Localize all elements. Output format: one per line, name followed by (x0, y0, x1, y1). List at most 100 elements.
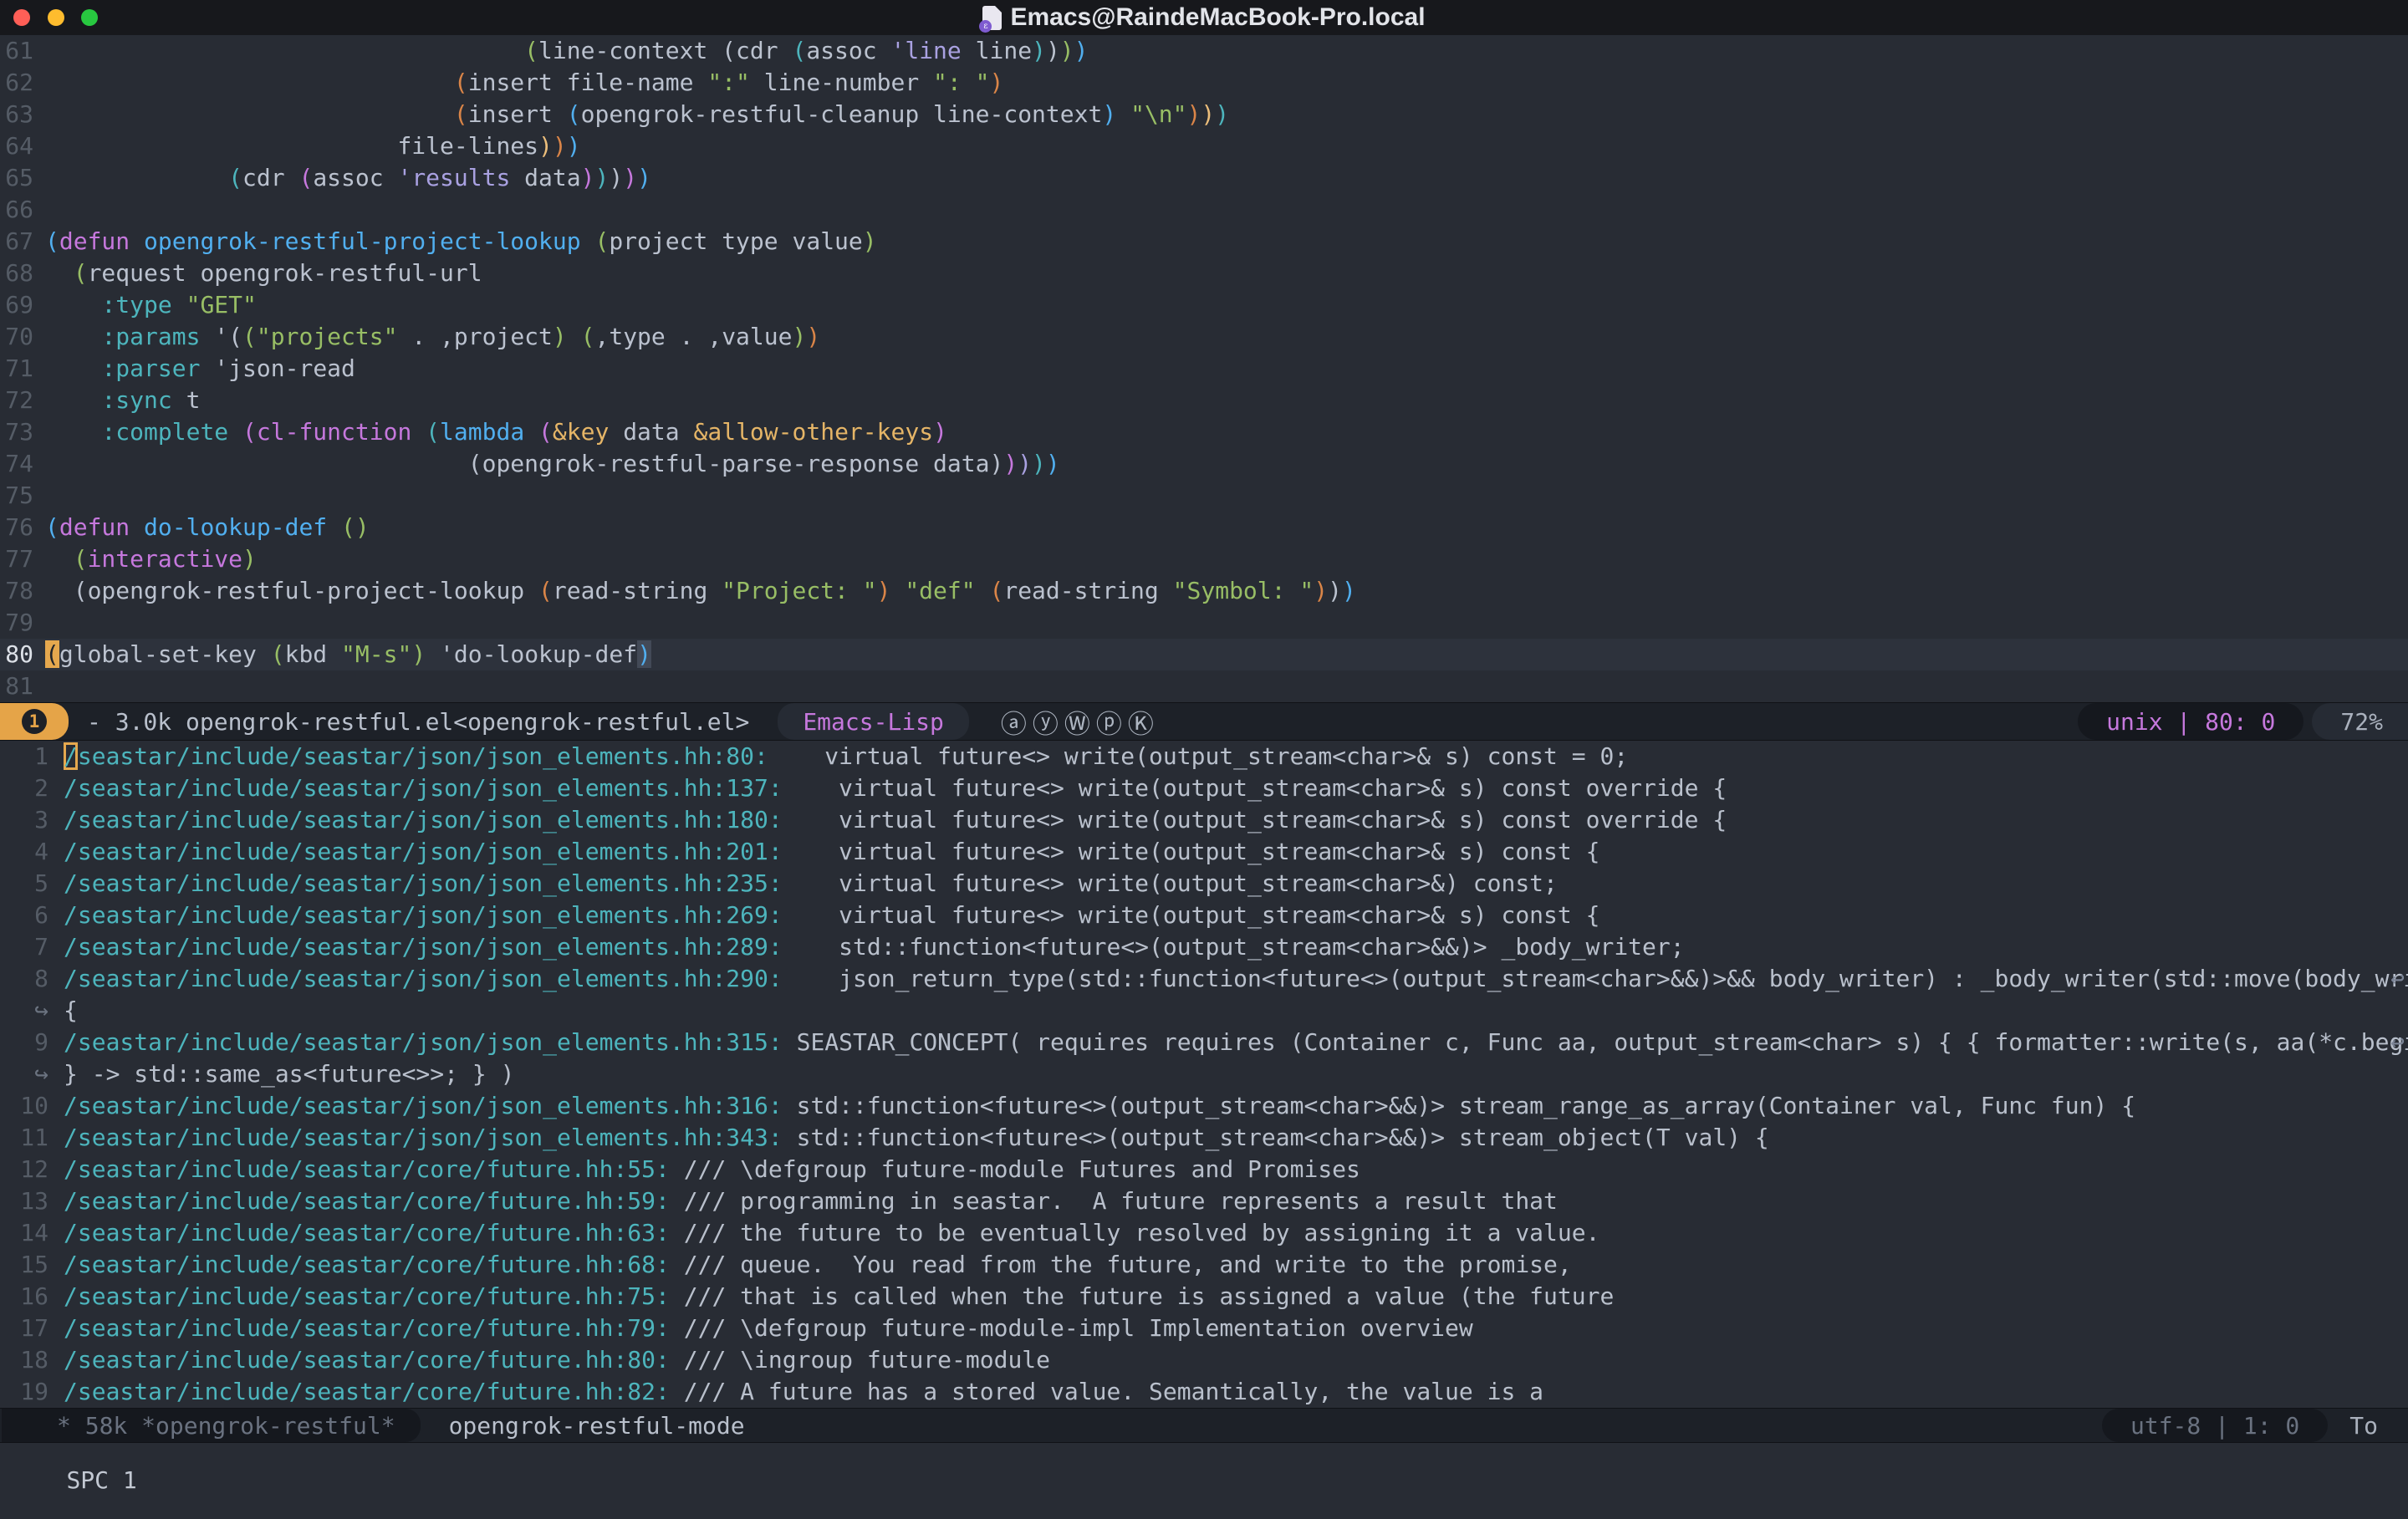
token: ( (989, 577, 1003, 604)
minibuffer[interactable]: SPC 1 (0, 1443, 2408, 1468)
result-line[interactable]: 18/seastar/include/seastar/core/future.h… (0, 1344, 2408, 1376)
echo-area-keys: SPC 1 (66, 1466, 136, 1494)
window-title: Emacs@RaindeMacBook-Pro.local (1010, 3, 1425, 32)
code-line[interactable]: 81 (0, 670, 2408, 702)
code-line[interactable]: 62 (insert file-name ":" line-number ": … (0, 67, 2408, 99)
token (45, 132, 397, 160)
token: "Symbol: " (1173, 577, 1314, 604)
match-text: std::function<future<>(output_stream<cha… (783, 933, 1685, 961)
token: ) (1046, 37, 1060, 64)
result-line[interactable]: 9/seastar/include/seastar/json/json_elem… (0, 1027, 2408, 1058)
result-continuation-line[interactable]: ↪{ (0, 995, 2408, 1027)
result-line[interactable]: 1/seastar/include/seastar/json/json_elem… (0, 741, 2408, 772)
token: ) (581, 164, 595, 191)
token: ( (74, 259, 88, 287)
code-line[interactable]: 65 (cdr (assoc 'results data))))) (0, 162, 2408, 194)
result-line[interactable]: 16/seastar/include/seastar/core/future.h… (0, 1281, 2408, 1313)
result-line[interactable]: 7/seastar/include/seastar/json/json_elem… (0, 931, 2408, 963)
code-line[interactable]: 67(defun opengrok-restful-project-lookup… (0, 226, 2408, 257)
token: ( (454, 69, 468, 96)
token: lambda (440, 418, 524, 446)
result-line[interactable]: 2/seastar/include/seastar/json/json_elem… (0, 772, 2408, 804)
code-text: (defun opengrok-restful-project-lookup (… (45, 227, 877, 255)
code-line[interactable]: 63 (insert (opengrok-restful-cleanup lin… (0, 99, 2408, 130)
code-line[interactable]: 73 :complete (cl-function (lambda (&key … (0, 416, 2408, 448)
minor-mode-icons[interactable]: ⓐⓨⓌⓟⓀ (1001, 703, 1160, 741)
token: ( (341, 513, 355, 541)
result-line[interactable]: 4/seastar/include/seastar/json/json_elem… (0, 836, 2408, 868)
result-line[interactable]: 6/seastar/include/seastar/json/json_elem… (0, 900, 2408, 931)
token: ( (74, 577, 88, 604)
line-number: 18 (0, 1344, 48, 1376)
token: ( (74, 545, 88, 573)
token: do-lookup-def (144, 513, 327, 541)
code-line[interactable]: 75 (0, 480, 2408, 512)
line-number: 4 (0, 836, 48, 868)
code-line[interactable]: 79 (0, 607, 2408, 639)
code-line[interactable]: 64 file-lines))) (0, 130, 2408, 162)
search-results-window[interactable]: 1/seastar/include/seastar/json/json_elem… (0, 741, 2408, 1408)
code-line[interactable]: 69 :type "GET" (0, 289, 2408, 321)
result-line[interactable]: 5/seastar/include/seastar/json/json_elem… (0, 868, 2408, 900)
emacs-icon: ε (979, 20, 992, 33)
code-line[interactable]: 72 :sync t (0, 385, 2408, 416)
token: data (510, 164, 580, 191)
token: t (172, 386, 201, 414)
match-text: std::function<future<>(output_stream<cha… (783, 1092, 2135, 1119)
match-text: } -> std::same_as<future<>>; } ) (64, 1060, 514, 1088)
code-line[interactable]: 68 (request opengrok-restful-url (0, 257, 2408, 289)
line-number: 66 (0, 194, 33, 226)
result-line[interactable]: 8/seastar/include/seastar/json/json_elem… (0, 963, 2408, 995)
token (890, 577, 905, 604)
token: ) (989, 450, 1003, 477)
token: insert (468, 100, 567, 128)
window-title-group: ε Emacs@RaindeMacBook-Pro.local (982, 3, 1425, 32)
token (45, 164, 228, 191)
line-number: 14 (0, 1217, 48, 1249)
code-line[interactable]: 78 (opengrok-restful-project-lookup (rea… (0, 575, 2408, 607)
line-number: 7 (0, 931, 48, 963)
result-line[interactable]: 3/seastar/include/seastar/json/json_elem… (0, 804, 2408, 836)
buffer-file-info: - 3.0k opengrok-restful.el<opengrok-rest… (87, 708, 749, 736)
code-editor-window[interactable]: 61 (line-context (cdr (assoc 'line line)… (0, 35, 2408, 702)
result-line[interactable]: 10/seastar/include/seastar/json/json_ele… (0, 1090, 2408, 1122)
file-path: /seastar/include/seastar/json/json_eleme… (64, 869, 783, 897)
code-line[interactable]: 80(global-set-key (kbd "M-s") 'do-lookup… (0, 639, 2408, 670)
code-line[interactable]: 74 (opengrok-restful-parse-response data… (0, 448, 2408, 480)
result-line[interactable]: 13/seastar/include/seastar/core/future.h… (0, 1185, 2408, 1217)
result-line[interactable]: 11/seastar/include/seastar/json/json_ele… (0, 1122, 2408, 1154)
zoom-button[interactable] (81, 9, 98, 26)
token: ,type . ,value (594, 323, 792, 350)
major-mode-indicator[interactable]: opengrok-restful-mode (449, 1412, 745, 1440)
token: cl-function (257, 418, 411, 446)
code-text: (cdr (assoc 'results data))))) (45, 164, 651, 191)
code-line[interactable]: 76(defun do-lookup-def () (0, 512, 2408, 543)
result-line[interactable]: 15/seastar/include/seastar/core/future.h… (0, 1249, 2408, 1281)
titlebar: ε Emacs@RaindeMacBook-Pro.local (0, 0, 2408, 36)
major-mode-indicator[interactable]: Emacs-Lisp (778, 703, 969, 740)
code-line[interactable]: 77 (interactive) (0, 543, 2408, 575)
minimize-button[interactable] (48, 9, 64, 26)
result-line[interactable]: 12/seastar/include/seastar/core/future.h… (0, 1154, 2408, 1185)
code-line[interactable]: 70 :params '(("projects" . ,project) (,t… (0, 321, 2408, 353)
token: :params (101, 323, 200, 350)
result-line[interactable]: 14/seastar/include/seastar/core/future.h… (0, 1217, 2408, 1249)
line-number: 77 (0, 543, 33, 575)
token: ) (1201, 100, 1215, 128)
code-line[interactable]: 61 (line-context (cdr (assoc 'line line)… (0, 35, 2408, 67)
close-button[interactable] (13, 9, 30, 26)
line-number: 62 (0, 67, 33, 99)
code-text: (insert file-name ":" line-number ": ") (45, 69, 1003, 96)
token: opengrok-restful-cleanup line-context (581, 100, 1103, 128)
token: "Project: " (722, 577, 876, 604)
code-line[interactable]: 66 (0, 194, 2408, 226)
result-continuation-line[interactable]: ↪} -> std::same_as<future<>>; } ) (0, 1058, 2408, 1090)
file-path: /seastar/include/seastar/json/json_eleme… (64, 806, 783, 833)
token: ) (411, 640, 426, 668)
result-line[interactable]: 19/seastar/include/seastar/core/future.h… (0, 1376, 2408, 1408)
code-text: (interactive) (45, 545, 257, 573)
modeline-bottom: 2 * 58k *opengrok-restful* opengrok-rest… (0, 1408, 2408, 1443)
code-line[interactable]: 71 :parser 'json-read (0, 353, 2408, 385)
result-line[interactable]: 17/seastar/include/seastar/core/future.h… (0, 1313, 2408, 1344)
line-number: 70 (0, 321, 33, 353)
